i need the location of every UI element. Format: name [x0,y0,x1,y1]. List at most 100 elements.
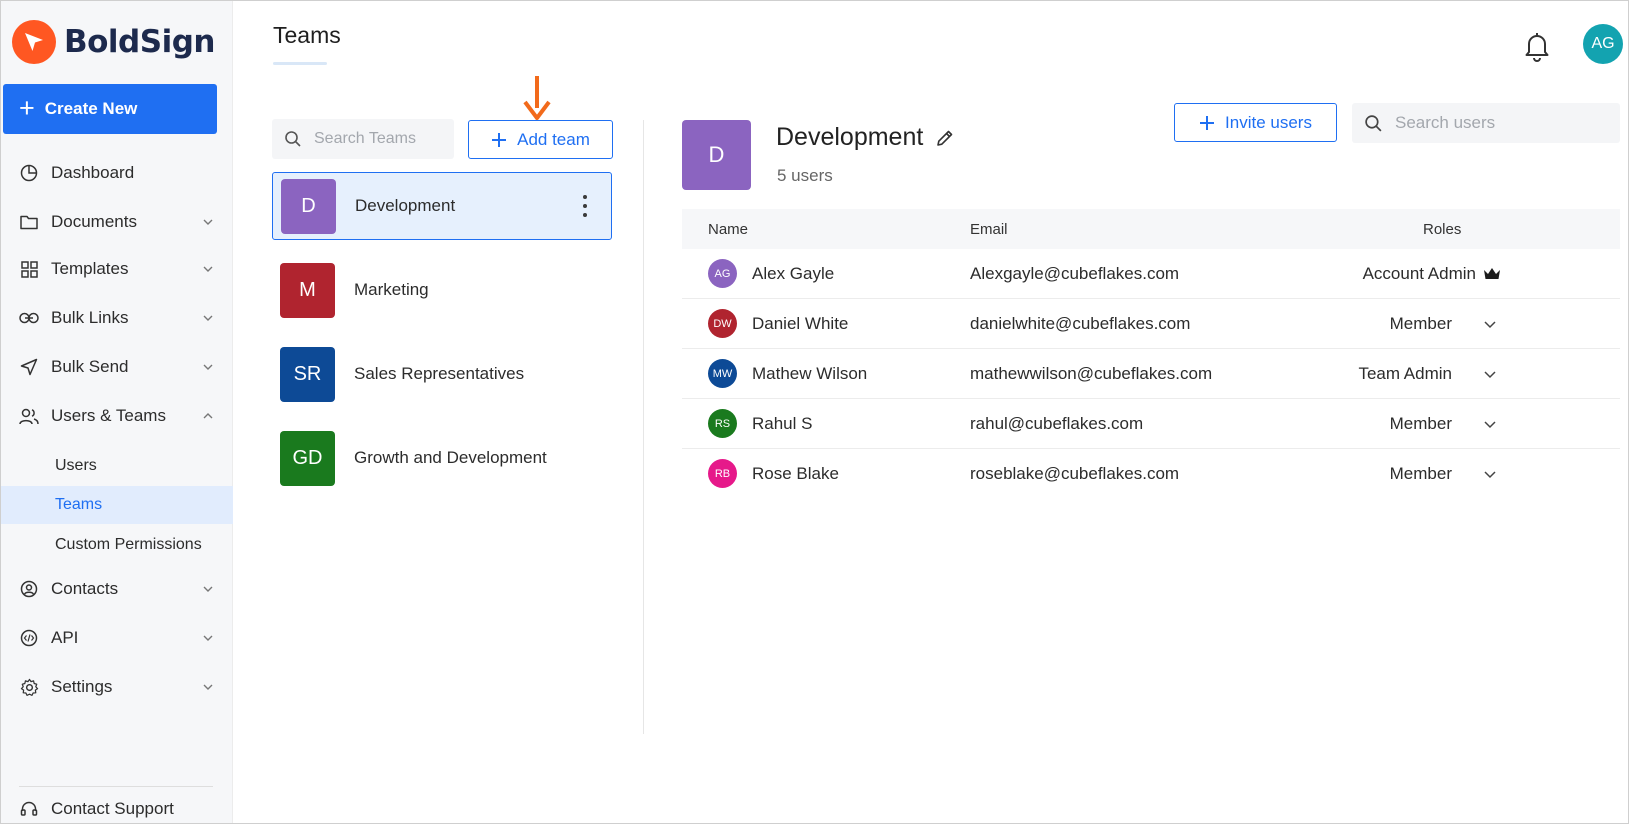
add-team-button[interactable]: Add team [468,120,613,159]
boldsign-logo-icon [12,20,56,64]
folder-icon [19,212,39,232]
link-icon [19,308,39,328]
sidebar-item-label: Users & Teams [51,406,166,425]
templates-grid-icon [19,259,39,279]
team-avatar: GD [280,430,335,486]
team-avatar: M [280,262,335,318]
sidebar-item-templates[interactable]: Templates [1,249,233,289]
column-header-email: Email [970,221,1008,238]
plus-icon: + [19,92,35,123]
edit-pencil-icon[interactable] [935,128,955,148]
plus-icon [1200,115,1215,130]
invite-users-button[interactable]: Invite users [1174,103,1337,142]
search-teams-input[interactable] [314,130,454,148]
search-users-field[interactable] [1352,103,1620,143]
more-options-icon[interactable] [581,195,589,217]
user-name: Rose Blake [752,464,839,483]
invite-users-label: Invite users [1225,112,1312,132]
sidebar-item-bulk-links[interactable]: Bulk Links [1,298,233,338]
team-row-development[interactable]: D Development [272,172,612,240]
sidebar-subitem-users[interactable]: Users [1,447,233,485]
app-logo[interactable]: BoldSign [12,17,215,67]
sidebar-item-dashboard[interactable]: Dashboard [1,153,233,193]
sidebar-item-label: Dashboard [51,163,135,182]
chevron-down-icon[interactable] [201,582,215,596]
chevron-down-icon[interactable] [201,262,215,276]
team-avatar: SR [280,346,335,402]
chevron-up-icon[interactable] [201,409,215,423]
user-avatar: RB [708,459,737,488]
chevron-down-icon[interactable] [1482,416,1498,432]
users-table-header: Name Email Roles [682,209,1620,249]
user-avatar: AG [708,259,737,288]
notification-bell-icon[interactable] [1521,29,1553,63]
sidebar-item-label: Documents [51,212,137,231]
sidebar-item-label: API [51,628,79,647]
table-row: AG Alex Gayle Alexgayle@cubeflakes.com A… [682,249,1620,299]
create-new-label: Create New [44,99,138,118]
gear-icon [19,677,39,697]
title-underline [273,62,327,65]
chevron-down-icon[interactable] [1482,316,1498,332]
app-name: BoldSign [64,24,215,60]
user-name: Rahul S [752,414,813,433]
chevron-down-icon[interactable] [201,311,215,325]
search-icon [1365,114,1382,131]
user-count: 5 users [777,166,833,185]
chevron-down-icon[interactable] [201,360,215,374]
sidebar-item-label: Contacts [51,579,119,598]
team-row-marketing[interactable]: M Marketing [272,256,612,324]
chevron-down-icon[interactable] [201,631,215,645]
team-row-growth-and-development[interactable]: GD Growth and Development [272,424,612,492]
chevron-down-icon[interactable] [201,215,215,229]
team-avatar: D [281,178,336,234]
sidebar-item-contacts[interactable]: Contacts [1,569,233,609]
sidebar-item-label: Bulk Links [51,308,129,327]
search-users-input[interactable] [1395,113,1595,133]
contact-support-link[interactable]: Contact Support [1,789,233,824]
user-role[interactable]: Member [1390,314,1452,334]
detail-team-avatar: D [682,120,751,190]
sidebar-item-users-teams[interactable]: Users & Teams [1,396,233,436]
team-name: Marketing [354,280,429,299]
plus-icon [492,132,507,147]
sidebar-subitem-label: Users [55,457,97,474]
chevron-down-icon[interactable] [1482,466,1498,482]
headset-icon [19,799,39,819]
sidebar-item-documents[interactable]: Documents [1,202,233,242]
user-email: rahul@cubeflakes.com [970,414,1144,433]
sidebar-item-api[interactable]: API [1,618,233,658]
sidebar-divider [19,786,213,787]
column-header-name: Name [708,221,749,238]
users-icon [19,406,39,426]
sidebar-subitem-label: Custom Permissions [55,536,202,553]
sidebar-item-bulk-send[interactable]: Bulk Send [1,347,233,387]
team-name: Development [355,196,456,215]
create-new-button[interactable]: + Create New [3,84,217,134]
chevron-down-icon[interactable] [201,680,215,694]
search-teams-field[interactable] [272,119,454,159]
column-header-roles: Roles [1423,221,1462,238]
table-row: DW Daniel White danielwhite@cubeflakes.c… [682,299,1620,349]
chevron-down-icon[interactable] [1482,366,1498,382]
user-email: mathewwilson@cubeflakes.com [970,364,1213,383]
user-role[interactable]: Member [1390,464,1452,484]
user-role[interactable]: Member [1390,414,1452,434]
user-avatar: DW [708,309,737,338]
user-role[interactable]: Team Admin [1358,364,1452,384]
sidebar-subitem-teams[interactable]: Teams [1,486,233,524]
user-name: Daniel White [752,314,849,333]
sidebar-item-settings[interactable]: Settings [1,667,233,707]
detail-team-header: Development [776,123,955,152]
user-email: Alexgayle@cubeflakes.com [970,264,1180,283]
add-team-label: Add team [517,129,590,149]
user-email: danielwhite@cubeflakes.com [970,314,1191,333]
user-avatar[interactable]: AG [1583,24,1623,64]
table-row: RS Rahul S rahul@cubeflakes.com Member [682,399,1620,449]
sidebar-subitem-custom-permissions[interactable]: Custom Permissions [1,526,233,564]
sidebar-item-label: Bulk Send [51,357,129,376]
user-name: Mathew Wilson [752,364,868,383]
search-icon [285,131,301,147]
table-row: MW Mathew Wilson mathewwilson@cubeflakes… [682,349,1620,399]
team-row-sales-representatives[interactable]: SR Sales Representatives [272,340,612,408]
